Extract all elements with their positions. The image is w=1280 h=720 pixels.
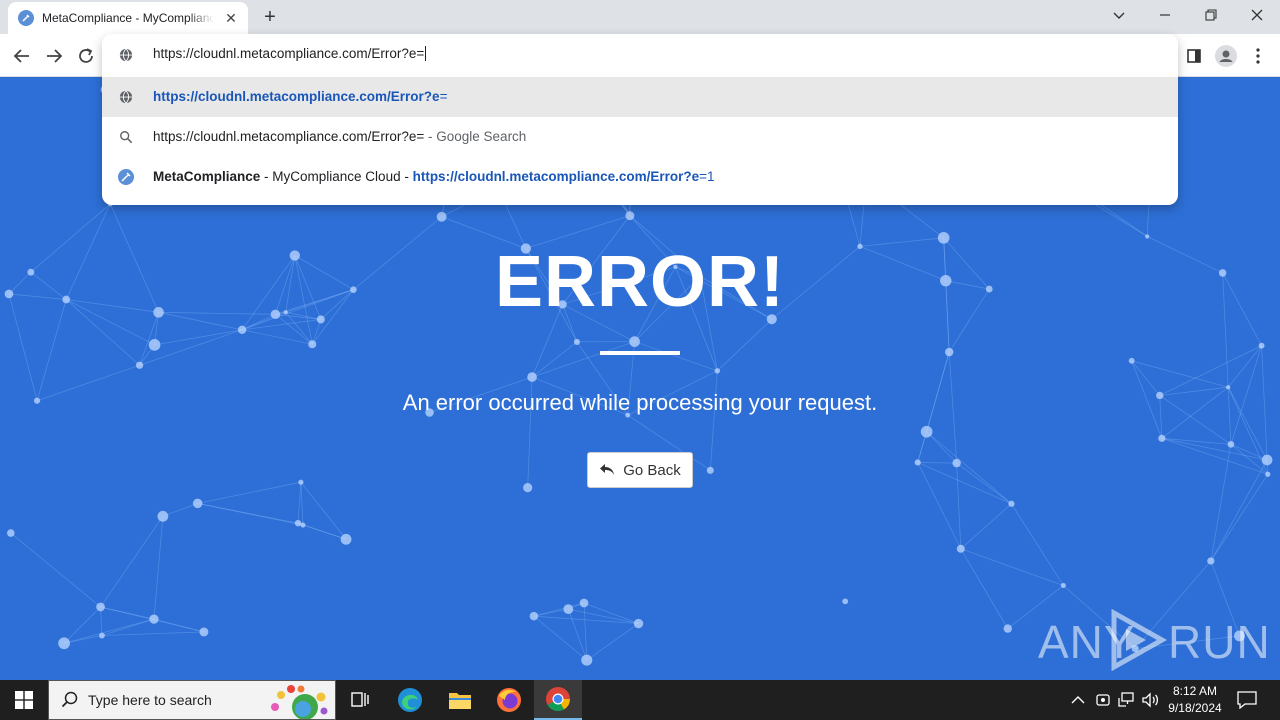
firefox-icon[interactable] — [485, 680, 533, 720]
chrome-icon[interactable] — [534, 680, 582, 720]
go-back-button[interactable]: Go Back — [587, 452, 693, 488]
omnibox-dropdown: https://cloudnl.metacompliance.com/Error… — [102, 34, 1178, 205]
watermark-right: RUN — [1168, 616, 1271, 668]
suggestion-site-name: MetaCompliance — [153, 169, 261, 184]
volume-icon[interactable] — [1140, 690, 1160, 710]
suggestion-search[interactable]: https://cloudnl.metacompliance.com/Error… — [102, 117, 1178, 157]
network-security-icon[interactable] — [1093, 690, 1113, 710]
chevron-down-icon[interactable] — [1096, 0, 1142, 30]
forward-icon[interactable] — [40, 42, 68, 70]
globe-icon — [118, 47, 134, 63]
clock-time: 8:12 AM — [1172, 684, 1218, 698]
metacompliance-favicon-icon — [18, 10, 34, 26]
suggestion-url-rest: = — [439, 89, 448, 104]
task-view-icon[interactable] — [336, 680, 384, 720]
new-tab-button[interactable]: + — [258, 5, 282, 29]
anyrun-watermark: ANY RUN — [1020, 607, 1270, 677]
close-icon[interactable] — [1234, 0, 1280, 30]
taskbar: Type here to search 8:12 AM 9/18/2024 — [0, 680, 1280, 720]
clock-date: 9/18/2024 — [1168, 701, 1222, 715]
taskbar-search[interactable]: Type here to search — [48, 680, 336, 720]
search-placeholder: Type here to search — [88, 692, 212, 708]
tab-strip: MetaCompliance - MyCompliance Cloud ✕ + — [0, 0, 1280, 34]
suggestion-site-rest: - MyCompliance Cloud - — [260, 169, 413, 184]
tab-title: MetaCompliance - MyCompliance Cloud — [42, 11, 214, 25]
suggestion-search-query: https://cloudnl.metacompliance.com/Error… — [153, 129, 425, 144]
play-logo-icon — [1111, 609, 1168, 671]
search-icon — [61, 691, 78, 708]
suggestion-url[interactable]: https://cloudnl.metacompliance.com/Error… — [102, 77, 1178, 117]
search-icon — [118, 129, 134, 145]
metacompliance-favicon-icon — [118, 169, 134, 185]
restore-icon[interactable] — [1188, 0, 1234, 30]
suggestion-history-url-rest: =1 — [699, 169, 715, 184]
title-divider — [600, 351, 680, 355]
reload-icon[interactable] — [72, 42, 100, 70]
edge-icon[interactable] — [386, 680, 434, 720]
tab-close-icon[interactable]: ✕ — [222, 9, 240, 27]
back-icon[interactable] — [8, 42, 36, 70]
notification-icon[interactable] — [1234, 688, 1260, 712]
omnibox-input-row[interactable]: https://cloudnl.metacompliance.com/Error… — [102, 34, 1178, 77]
error-title: ERROR! — [495, 242, 785, 322]
search-highlight-art-icon — [271, 685, 328, 719]
suggestion-url-bold: https://cloudnl.metacompliance.com/Error… — [153, 89, 440, 104]
side-panel-icon[interactable] — [1180, 42, 1208, 70]
globe-icon — [118, 89, 134, 105]
network-icon[interactable] — [1116, 690, 1136, 710]
address-input[interactable]: https://cloudnl.metacompliance.com/Error… — [153, 46, 427, 61]
error-message: An error occurred while processing your … — [402, 390, 878, 415]
go-back-label: Go Back — [623, 461, 681, 479]
minimize-icon[interactable] — [1142, 0, 1188, 30]
profile-avatar-icon[interactable] — [1212, 42, 1240, 70]
browser-tab[interactable]: MetaCompliance - MyCompliance Cloud ✕ — [8, 2, 248, 34]
suggestion-search-suffix: - Google Search — [424, 129, 527, 144]
menu-kebab-icon[interactable] — [1244, 42, 1272, 70]
suggestion-history[interactable]: MetaCompliance - MyCompliance Cloud - ht… — [102, 157, 1178, 197]
chevron-up-icon[interactable] — [1068, 690, 1088, 710]
suggestion-history-url-bold: https://cloudnl.metacompliance.com/Error… — [412, 169, 700, 184]
taskbar-clock[interactable]: 8:12 AM 9/18/2024 — [1160, 683, 1230, 717]
windows-start-icon[interactable] — [0, 680, 48, 720]
file-explorer-icon[interactable] — [436, 680, 484, 720]
reply-arrow-icon — [600, 464, 615, 475]
